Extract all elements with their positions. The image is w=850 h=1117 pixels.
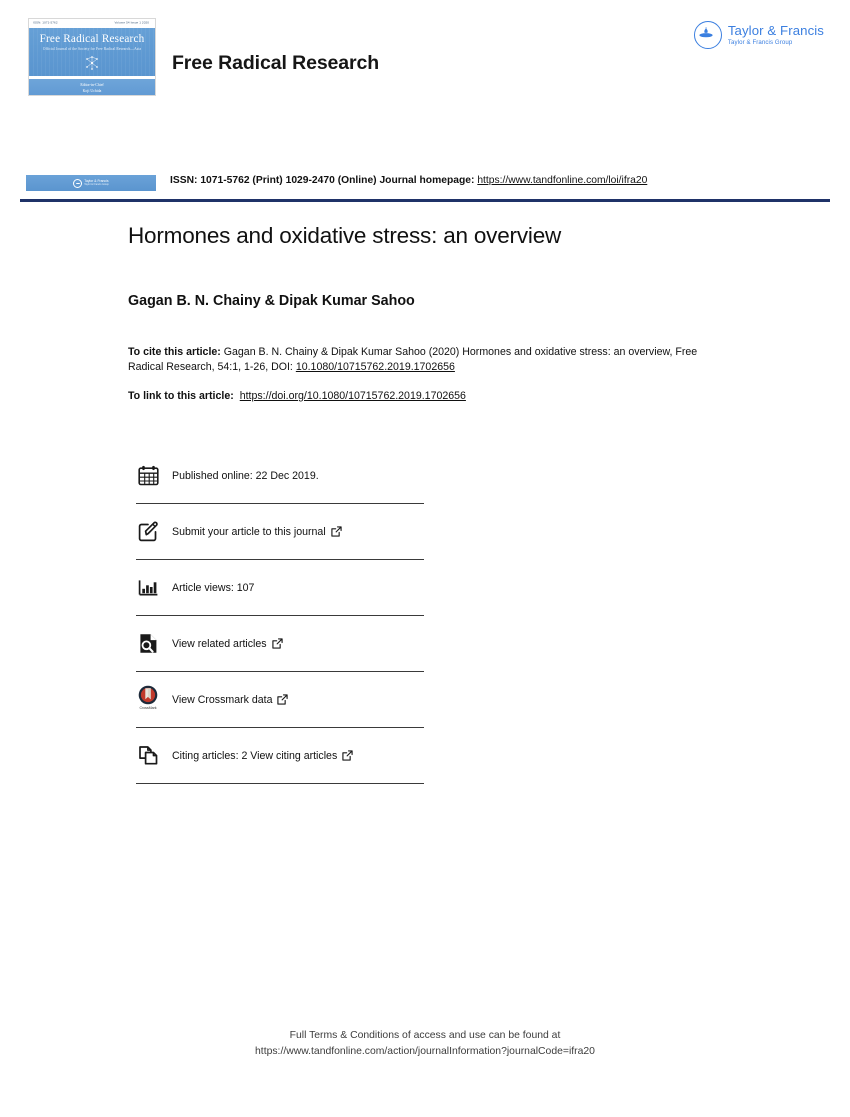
header-rule bbox=[20, 199, 830, 202]
cite-doi-link[interactable]: 10.1080/10715762.2019.1702656 bbox=[296, 361, 455, 373]
badge-emblem-icon bbox=[73, 178, 83, 188]
article-block: Hormones and oxidative stress: an overvi… bbox=[128, 222, 728, 402]
document-search-icon bbox=[136, 632, 160, 656]
taylor-francis-wordmark: Taylor & Francis Taylor & Francis Group bbox=[728, 24, 824, 46]
citation-block: To cite this article: Gagan B. N. Chainy… bbox=[128, 345, 728, 376]
molecule-graphic-icon bbox=[86, 56, 98, 70]
metadata-row-citing-articles[interactable]: Citing articles: 2 View citing articles bbox=[136, 728, 426, 783]
issn-prefix-text: ISSN: 1071-5762 (Print) 1029-2470 (Onlin… bbox=[170, 175, 475, 186]
external-link-icon bbox=[331, 526, 342, 537]
masthead: ISSN: 1071-5762 Volume 54 Issue 1 2020 F… bbox=[0, 0, 850, 120]
link-label: To link to this article: bbox=[128, 389, 234, 402]
crossmark-icon: CrossMark bbox=[136, 685, 160, 715]
metadata-label: View Crossmark data bbox=[172, 693, 289, 706]
cover-journal-title: Free Radical Research bbox=[39, 33, 145, 45]
metadata-label: Article views: 107 bbox=[172, 582, 254, 594]
cover-editor-label: Editor-in-Chief bbox=[80, 83, 104, 87]
taylor-francis-emblem-icon bbox=[693, 21, 722, 49]
cover-main-panel: Free Radical Research Official Journal o… bbox=[29, 28, 155, 76]
metadata-row-article-views: Article views: 107 bbox=[136, 560, 426, 615]
journal-homepage-link[interactable]: https://www.tandfonline.com/loi/ifra20 bbox=[477, 175, 647, 186]
cover-issn-text: ISSN: 1071-5762 bbox=[33, 20, 58, 24]
metadata-row-crossmark[interactable]: CrossMark View Crossmark data bbox=[136, 672, 426, 727]
article-title: Hormones and oxidative stress: an overvi… bbox=[128, 223, 562, 248]
cover-volume-text: Volume 54 Issue 1 2020 bbox=[114, 20, 149, 24]
submit-article-text: Submit your article to this journal bbox=[172, 525, 326, 538]
metadata-row-related-articles[interactable]: View related articles bbox=[136, 616, 426, 671]
journal-name-heading: Free Radical Research bbox=[172, 52, 380, 74]
article-metadata-list: Published online: 22 Dec 2019. Submit yo… bbox=[136, 448, 426, 784]
citing-articles-text: Citing articles: 2 View citing articles bbox=[172, 749, 338, 762]
copy-pages-icon bbox=[136, 744, 160, 768]
bar-chart-icon bbox=[136, 576, 160, 600]
crossmark-caption: CrossMark bbox=[139, 705, 157, 710]
metadata-label: Citing articles: 2 View citing articles bbox=[172, 750, 353, 762]
related-articles-text: View related articles bbox=[172, 637, 267, 650]
publisher-group: Taylor & Francis Group bbox=[727, 38, 793, 46]
external-link-icon bbox=[277, 694, 289, 705]
cite-label: To cite this article: bbox=[128, 346, 221, 358]
badge-publisher-group: Taylor & Francis Group bbox=[84, 183, 109, 186]
issn-band-publisher-badge: Taylor & Francis Taylor & Francis Group bbox=[26, 175, 156, 191]
cover-bottom-panel: Editor-in-Chief Koji Uchida bbox=[29, 79, 155, 95]
publisher-name: Taylor & Francis bbox=[727, 23, 824, 39]
metadata-row-published-online: Published online: 22 Dec 2019. bbox=[136, 448, 426, 503]
article-views-text: Article views: 107 bbox=[172, 581, 255, 594]
page-footer: Full Terms & Conditions of access and us… bbox=[0, 1028, 850, 1059]
issn-band: Taylor & Francis Taylor & Francis Group … bbox=[0, 172, 850, 202]
doi-link-block: To link to this article: https://doi.org… bbox=[128, 390, 728, 402]
edit-pencil-icon bbox=[136, 520, 160, 544]
cover-journal-subtitle: Official Journal of the Society for Free… bbox=[42, 46, 142, 51]
crossmark-text: View Crossmark data bbox=[172, 693, 273, 706]
footer-url-line[interactable]: https://www.tandfonline.com/action/journ… bbox=[0, 1044, 850, 1060]
cover-editor-name: Koji Uchida bbox=[82, 88, 102, 93]
metadata-divider bbox=[136, 783, 424, 784]
external-link-icon bbox=[271, 638, 283, 649]
metadata-row-submit-article[interactable]: Submit your article to this journal bbox=[136, 504, 426, 559]
published-online-text: Published online: 22 Dec 2019. bbox=[172, 469, 319, 482]
journal-cover-thumbnail[interactable]: ISSN: 1071-5762 Volume 54 Issue 1 2020 F… bbox=[28, 18, 156, 96]
issn-line: ISSN: 1071-5762 (Print) 1029-2470 (Onlin… bbox=[170, 175, 647, 186]
calendar-icon bbox=[136, 464, 160, 488]
metadata-label: Submit your article to this journal bbox=[172, 526, 342, 538]
external-link-icon bbox=[342, 750, 353, 761]
footer-terms-line: Full Terms & Conditions of access and us… bbox=[289, 1030, 561, 1041]
metadata-label: Published online: 22 Dec 2019. bbox=[172, 470, 319, 482]
article-authors: Gagan B. N. Chainy & Dipak Kumar Sahoo bbox=[128, 293, 415, 309]
taylor-francis-logo[interactable]: Taylor & Francis Taylor & Francis Group bbox=[693, 20, 824, 50]
metadata-label: View related articles bbox=[172, 638, 283, 650]
doi-url-link[interactable]: https://doi.org/10.1080/10715762.2019.17… bbox=[240, 390, 466, 402]
